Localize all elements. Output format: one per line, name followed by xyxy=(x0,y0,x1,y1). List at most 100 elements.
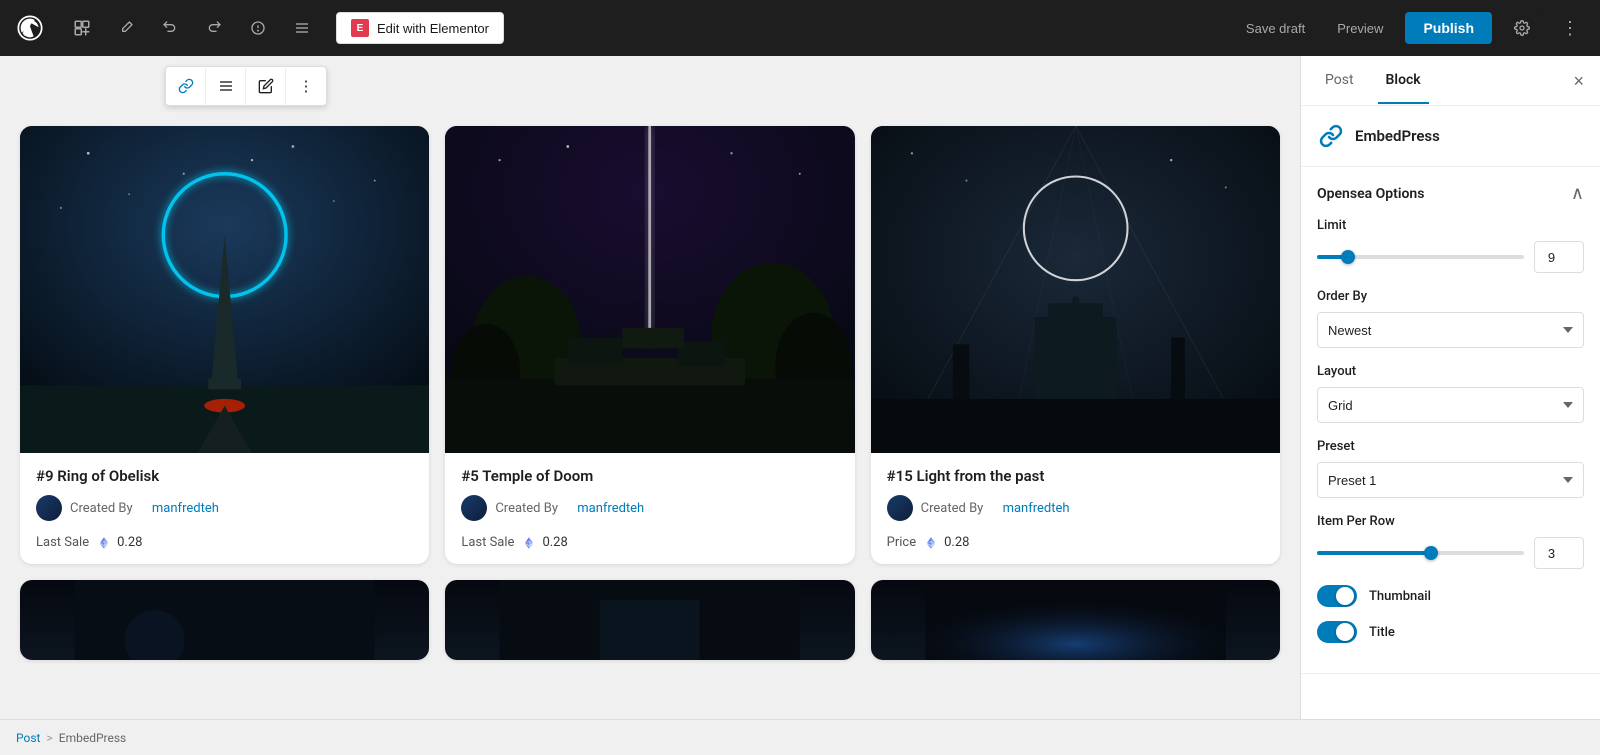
nft-card-creator: Created By manfredteh xyxy=(887,495,1264,521)
title-toggle[interactable] xyxy=(1317,621,1357,643)
side-panel: Post Block × EmbedPress Opensea Options … xyxy=(1300,56,1600,719)
thumbnail-toggle-row: Thumbnail xyxy=(1317,585,1584,607)
item-per-row-row: Item Per Row xyxy=(1317,514,1584,569)
avatar xyxy=(461,495,487,521)
tab-block[interactable]: Block xyxy=(1378,58,1429,104)
layout-select[interactable]: Grid List Masonry xyxy=(1317,387,1584,423)
block-edit-button[interactable] xyxy=(246,66,286,106)
nft-card-partial xyxy=(445,580,854,660)
nft-card-creator: Created By manfredteh xyxy=(461,495,838,521)
price-label: Last Sale xyxy=(36,535,89,550)
breadcrumb-separator: > xyxy=(46,731,52,745)
breadcrumb: Post > EmbedPress xyxy=(0,719,1600,755)
price-value: 0.28 xyxy=(117,535,142,550)
panel-close-button[interactable]: × xyxy=(1573,72,1584,90)
main-area: ⋮ xyxy=(0,56,1600,719)
block-align-button[interactable] xyxy=(206,66,246,106)
nft-card-partial xyxy=(20,580,429,660)
nft-card: #5 Temple of Doom Created By manfredteh … xyxy=(445,126,854,564)
title-toggle-row: Title xyxy=(1317,621,1584,643)
redo-button[interactable] xyxy=(196,10,232,46)
add-block-button[interactable] xyxy=(64,10,100,46)
creator-link[interactable]: manfredteh xyxy=(577,501,644,516)
order-by-select[interactable]: Newest Oldest Price Low Price High xyxy=(1317,312,1584,348)
settings-button[interactable] xyxy=(1504,10,1540,46)
ep-brand: EmbedPress xyxy=(1301,106,1600,167)
nft-card-title: #9 Ring of Obelisk xyxy=(36,467,413,485)
order-by-row: Order By Newest Oldest Price Low Price H… xyxy=(1317,289,1584,348)
order-by-label: Order By xyxy=(1317,289,1584,304)
layout-row: Layout Grid List Masonry xyxy=(1317,364,1584,423)
thumbnail-toggle-knob xyxy=(1336,587,1354,605)
nft-card-price: Price 0.28 xyxy=(887,535,1264,550)
nft-card-title: #15 Light from the past xyxy=(887,467,1264,485)
preset-label: Preset xyxy=(1317,439,1584,454)
limit-slider-thumb[interactable] xyxy=(1341,250,1355,264)
limit-input[interactable] xyxy=(1534,241,1584,273)
opensea-options-section: Opensea Options ∧ Limit Order By New xyxy=(1301,167,1600,674)
item-per-row-input[interactable] xyxy=(1534,537,1584,569)
wp-logo xyxy=(12,10,48,46)
layout-label: Layout xyxy=(1317,364,1584,379)
edit-elementor-label: Edit with Elementor xyxy=(377,21,489,36)
preset-row: Preset Preset 1 Preset 2 Preset 3 xyxy=(1317,439,1584,498)
breadcrumb-current: EmbedPress xyxy=(59,731,127,745)
nft-card: #9 Ring of Obelisk Created By manfredteh… xyxy=(20,126,429,564)
block-toolbar: ⋮ xyxy=(165,66,327,106)
panel-header: Post Block × xyxy=(1301,56,1600,106)
nft-card-partial xyxy=(871,580,1280,660)
eth-icon xyxy=(97,536,111,550)
item-per-row-label: Item Per Row xyxy=(1317,514,1584,529)
nft-card-price: Last Sale 0.28 xyxy=(461,535,838,550)
limit-slider-row xyxy=(1317,241,1584,273)
price-value: 0.28 xyxy=(944,535,969,550)
nft-card-price: Last Sale 0.28 xyxy=(36,535,413,550)
thumbnail-label: Thumbnail xyxy=(1369,589,1431,604)
creator-prefix: Created By xyxy=(70,501,133,516)
section-header: Opensea Options ∧ xyxy=(1317,183,1584,204)
tab-post[interactable]: Post xyxy=(1317,58,1362,104)
creator-prefix: Created By xyxy=(921,501,984,516)
embedpress-icon xyxy=(1317,122,1345,150)
edit-elementor-button[interactable]: E Edit with Elementor xyxy=(336,12,504,44)
publish-button[interactable]: Publish xyxy=(1405,12,1492,44)
creator-prefix: Created By xyxy=(495,501,558,516)
breadcrumb-post-link[interactable]: Post xyxy=(16,731,40,745)
preset-select[interactable]: Preset 1 Preset 2 Preset 3 xyxy=(1317,462,1584,498)
more-options-button[interactable]: ⋮ xyxy=(1552,10,1588,46)
list-view-button[interactable] xyxy=(284,10,320,46)
item-per-row-slider-row xyxy=(1317,537,1584,569)
item-per-row-slider-track[interactable] xyxy=(1317,551,1524,555)
editor-area: ⋮ xyxy=(0,56,1300,719)
creator-link[interactable]: manfredteh xyxy=(1003,501,1070,516)
info-button[interactable] xyxy=(240,10,276,46)
nft-card-creator: Created By manfredteh xyxy=(36,495,413,521)
ep-brand-name: EmbedPress xyxy=(1355,127,1440,145)
price-label: Last Sale xyxy=(461,535,514,550)
price-label: Price xyxy=(887,535,916,550)
preview-button[interactable]: Preview xyxy=(1327,15,1393,42)
item-per-row-slider-fill xyxy=(1317,551,1431,555)
avatar xyxy=(887,495,913,521)
section-collapse-button[interactable]: ∧ xyxy=(1571,183,1584,204)
tools-button[interactable] xyxy=(108,10,144,46)
nft-card: #15 Light from the past Created By manfr… xyxy=(871,126,1280,564)
limit-slider-track[interactable] xyxy=(1317,255,1524,259)
price-value: 0.28 xyxy=(542,535,567,550)
save-draft-button[interactable]: Save draft xyxy=(1236,15,1315,42)
top-bar-right: Save draft Preview Publish ⋮ xyxy=(1236,10,1588,46)
nft-grid: #9 Ring of Obelisk Created By manfredteh… xyxy=(20,126,1280,660)
item-per-row-slider-thumb[interactable] xyxy=(1424,546,1438,560)
block-link-button[interactable] xyxy=(166,66,206,106)
eth-icon xyxy=(924,536,938,550)
limit-row: Limit xyxy=(1317,218,1584,273)
undo-button[interactable] xyxy=(152,10,188,46)
creator-link[interactable]: manfredteh xyxy=(152,501,219,516)
nft-card-title: #5 Temple of Doom xyxy=(461,467,838,485)
block-more-button[interactable]: ⋮ xyxy=(286,66,326,106)
limit-label: Limit xyxy=(1317,218,1584,233)
eth-icon xyxy=(522,536,536,550)
thumbnail-toggle[interactable] xyxy=(1317,585,1357,607)
avatar xyxy=(36,495,62,521)
title-label: Title xyxy=(1369,625,1395,640)
